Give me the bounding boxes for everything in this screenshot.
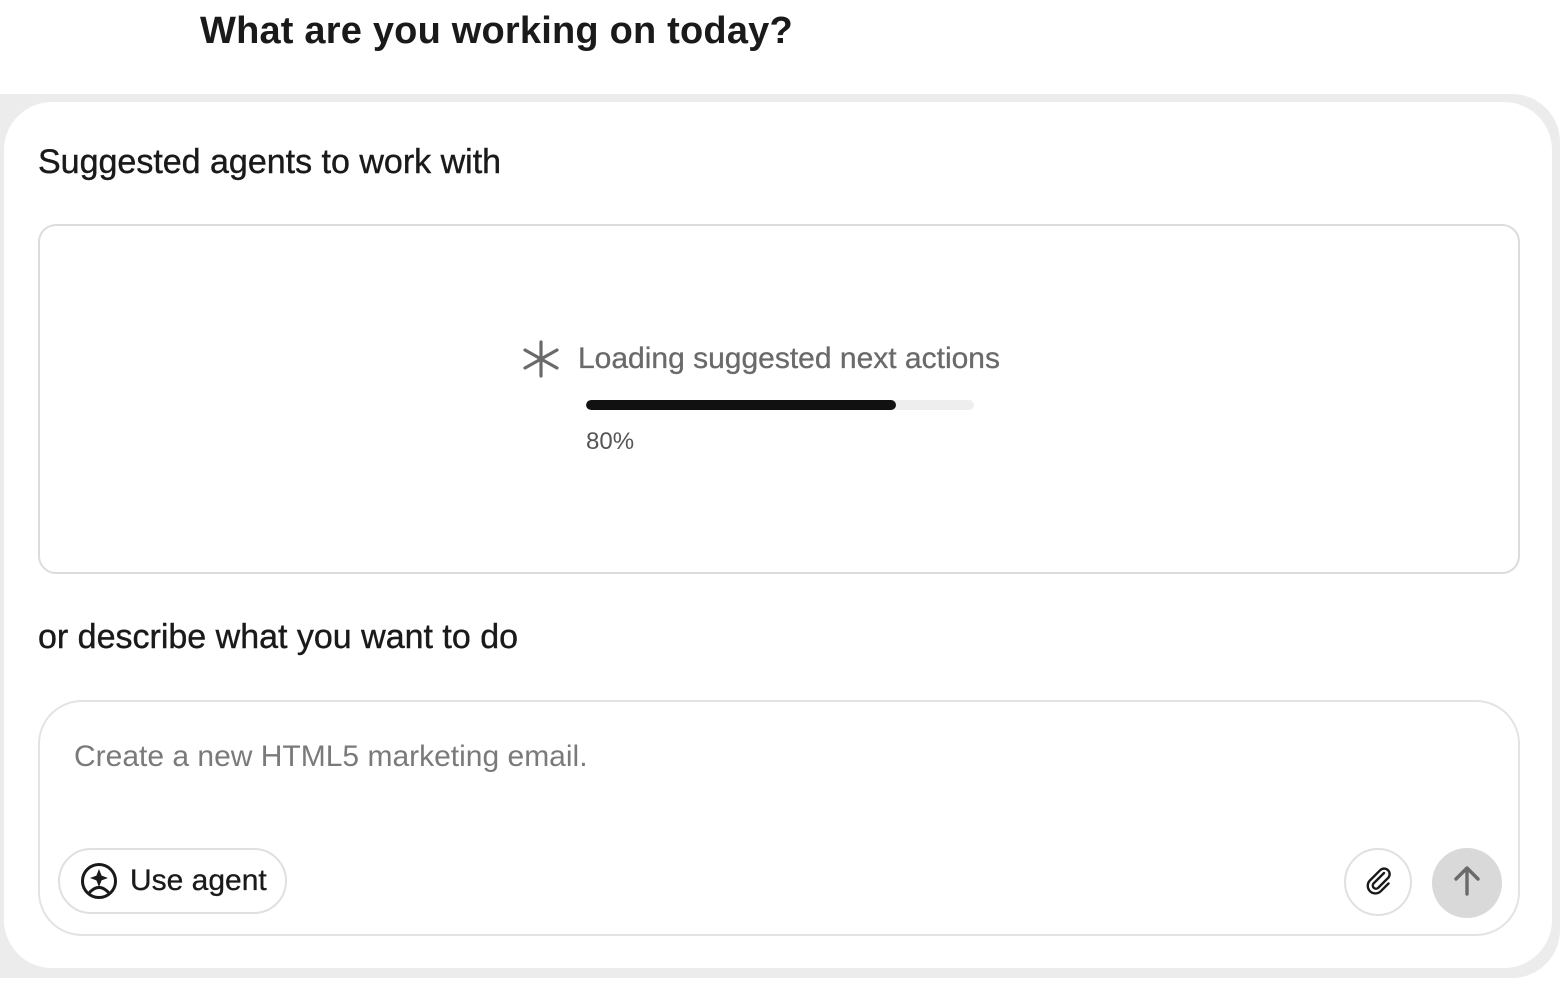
prompt-input[interactable] bbox=[74, 740, 1374, 774]
describe-heading: or describe what you want to do bbox=[38, 618, 519, 656]
arrow-up-icon bbox=[1450, 864, 1484, 903]
suggested-agents-heading: Suggested agents to work with bbox=[38, 143, 502, 181]
progress-label: 80% bbox=[586, 428, 635, 455]
sparkle-asterisk-icon bbox=[520, 338, 562, 380]
paperclip-icon bbox=[1362, 864, 1394, 901]
use-agent-button[interactable]: Use agent bbox=[58, 848, 287, 914]
progress-bar bbox=[586, 400, 974, 410]
prompt-composer: Use agent bbox=[38, 700, 1520, 936]
loading-indicator: Loading suggested next actions bbox=[520, 338, 1000, 380]
suggested-agents-container: Loading suggested next actions 80% bbox=[38, 224, 1520, 574]
loading-text: Loading suggested next actions bbox=[578, 342, 1000, 375]
progress-bar-fill bbox=[586, 400, 897, 410]
panel-inner: Suggested agents to work with Loading su… bbox=[4, 102, 1552, 968]
send-button[interactable] bbox=[1432, 848, 1502, 918]
attach-button[interactable] bbox=[1344, 848, 1412, 916]
agent-face-icon bbox=[80, 862, 118, 900]
use-agent-label: Use agent bbox=[130, 864, 267, 897]
main-panel: Suggested agents to work with Loading su… bbox=[0, 94, 1560, 978]
page-title: What are you working on today? bbox=[200, 10, 793, 52]
